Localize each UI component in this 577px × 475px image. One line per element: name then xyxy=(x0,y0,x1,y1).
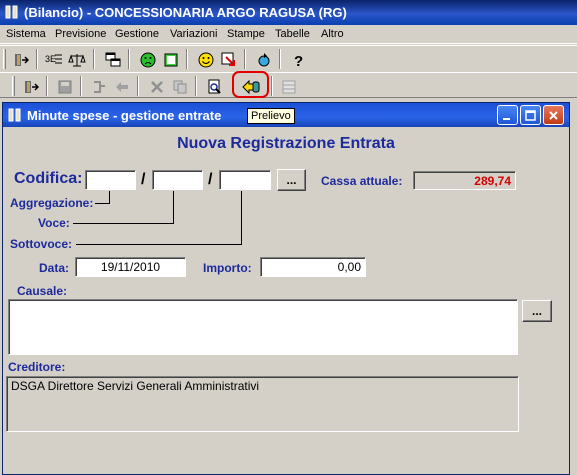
bracket-line xyxy=(95,203,110,204)
fork-icon[interactable] xyxy=(88,76,110,97)
cassa-label: Cassa attuale: xyxy=(321,174,403,188)
help-icon[interactable]: ? xyxy=(288,49,310,70)
scale-icon[interactable] xyxy=(66,49,88,70)
tooltip-prelievo: Prelievo xyxy=(247,108,295,124)
menubar: Sistema Previsione Gestione Variazioni S… xyxy=(0,25,577,44)
codifica-slash: / xyxy=(141,171,146,188)
toolbar-separator xyxy=(195,76,197,96)
toolbar-separator xyxy=(93,49,95,69)
minimize-button[interactable] xyxy=(497,105,518,125)
aggregazione-label: Aggregazione: xyxy=(10,196,94,210)
bracket-line xyxy=(241,191,242,244)
codifica-lookup-button[interactable]: ... xyxy=(277,169,306,191)
menu-previsione[interactable]: Previsione xyxy=(55,28,106,40)
copy-icon[interactable] xyxy=(169,76,191,97)
save-icon[interactable] xyxy=(54,76,76,97)
grid-icon[interactable] xyxy=(278,76,300,97)
causale-lookup-button[interactable]: ... xyxy=(522,300,552,322)
creditore-field: DSGA Direttore Servizi Generali Amminist… xyxy=(6,376,519,432)
highlight-circle xyxy=(232,71,269,98)
sottovoce-label: Sottovoce: xyxy=(10,237,73,251)
causale-textarea[interactable] xyxy=(8,299,518,355)
toolbar-separator xyxy=(46,76,48,96)
toolbar-main: 3E ? xyxy=(0,45,577,72)
voce-label: Voce: xyxy=(38,216,70,230)
toolbar-separator xyxy=(279,49,281,69)
toolbar-separator xyxy=(137,76,139,96)
refresh-icon[interactable] xyxy=(253,49,275,70)
arrows-icon[interactable] xyxy=(111,76,133,97)
app-titlebar: (Bilancio) - CONCESSIONARIA ARGO RAGUSA … xyxy=(0,0,577,25)
toolbar-grip[interactable] xyxy=(3,49,6,69)
sottovoce-input[interactable] xyxy=(219,170,271,190)
importo-input[interactable]: 0,00 xyxy=(260,257,366,277)
importo-label: Importo: xyxy=(203,261,252,275)
exit-icon[interactable] xyxy=(20,76,42,97)
maximize-button[interactable] xyxy=(520,105,541,125)
causale-label: Causale: xyxy=(17,284,68,298)
child-window-title: Minute spese - gestione entrate xyxy=(27,108,222,123)
menu-gestione[interactable]: Gestione xyxy=(115,28,159,40)
toolbar-separator xyxy=(244,49,246,69)
arrow-doc-icon[interactable] xyxy=(218,49,240,70)
cassa-value: 289,74 xyxy=(413,171,516,190)
codifica-label: Codifica: xyxy=(14,170,83,187)
child-window: Minute spese - gestione entrate Nuova Re… xyxy=(2,102,570,475)
voce-input[interactable] xyxy=(152,170,203,190)
menu-stampe[interactable]: Stampe xyxy=(227,28,265,40)
smiley-icon[interactable] xyxy=(195,49,217,70)
svg-text:?: ? xyxy=(294,53,303,68)
toolbar-grip[interactable] xyxy=(12,76,15,96)
bracket-line xyxy=(173,191,174,223)
svg-text:3E: 3E xyxy=(45,54,56,64)
codifica-slash: / xyxy=(208,171,213,188)
toolbar-separator xyxy=(271,76,273,96)
menu-sistema[interactable]: Sistema xyxy=(6,28,46,40)
bracket-line xyxy=(76,244,242,245)
data-input[interactable]: 19/11/2010 xyxy=(75,257,186,277)
aggregazione-input[interactable] xyxy=(85,170,136,190)
windows-icon[interactable] xyxy=(102,49,124,70)
sad-face-icon[interactable] xyxy=(137,49,159,70)
search-doc-icon[interactable] xyxy=(204,76,226,97)
toolbar-separator xyxy=(80,76,82,96)
bracket-line xyxy=(73,223,174,224)
toolbar-separator xyxy=(36,49,38,69)
close-button[interactable] xyxy=(543,105,564,125)
app-icon xyxy=(5,5,18,19)
toolbar-separator xyxy=(186,49,188,69)
menu-altro[interactable]: Altro xyxy=(321,28,344,40)
menu-tabelle[interactable]: Tabelle xyxy=(275,28,310,40)
document-green-icon[interactable] xyxy=(160,49,182,70)
bracket-line xyxy=(109,191,110,203)
window-icon xyxy=(8,108,21,122)
data-label: Data: xyxy=(39,261,70,275)
delete-icon[interactable] xyxy=(146,76,168,97)
toolbar-form xyxy=(0,72,577,98)
budget-list-icon[interactable]: 3E xyxy=(43,49,65,70)
toolbar-separator xyxy=(128,49,130,69)
exit-icon[interactable] xyxy=(10,49,32,70)
form-heading: Nuova Registrazione Entrata xyxy=(177,135,395,152)
menu-variazioni[interactable]: Variazioni xyxy=(170,28,218,40)
app-title: (Bilancio) - CONCESSIONARIA ARGO RAGUSA … xyxy=(24,5,347,20)
creditore-label: Creditore: xyxy=(8,360,66,374)
